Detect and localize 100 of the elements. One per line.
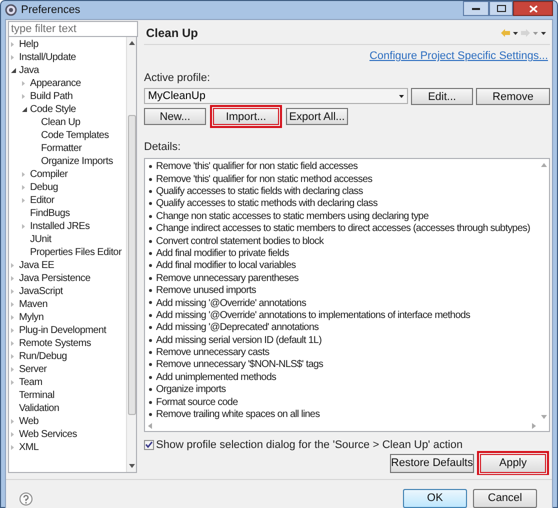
push-button[interactable]: Remove: [476, 88, 550, 105]
tree-item[interactable]: Validation: [19, 401, 60, 416]
forward-arrow-icon[interactable]: [521, 29, 530, 37]
tree-item[interactable]: Plug-in Development: [19, 323, 106, 338]
right-arrow-icon[interactable]: [532, 422, 536, 429]
collapsed-arrow-icon[interactable]: [11, 445, 14, 450]
push-button[interactable]: Apply: [480, 454, 546, 474]
tree-item[interactable]: FindBugs: [30, 206, 70, 221]
help-icon[interactable]: [19, 492, 33, 506]
tree-item[interactable]: Help: [19, 37, 38, 52]
menu-icon[interactable]: [541, 32, 546, 34]
tree-item[interactable]: Run/Debug: [19, 349, 67, 364]
detail-item: Add final modifier to local variables: [156, 259, 296, 274]
push-button[interactable]: Restore Defaults: [390, 454, 474, 474]
push-button[interactable]: OK: [403, 489, 467, 508]
detail-item: Convert control statement bodies to block: [156, 234, 324, 248]
collapsed-arrow-icon[interactable]: [22, 198, 25, 203]
tree-item[interactable]: Compiler: [30, 167, 68, 182]
scrollbar[interactable]: [126, 37, 136, 472]
tree-item[interactable]: Formatter: [41, 141, 82, 156]
tree-item[interactable]: Server: [19, 362, 47, 377]
push-button[interactable]: Import...: [213, 108, 279, 125]
back-arrow-icon[interactable]: [501, 29, 510, 37]
collapsed-arrow-icon[interactable]: [11, 55, 14, 60]
bullet-icon: [149, 252, 152, 255]
checkbox[interactable]: [144, 440, 154, 450]
tree-item[interactable]: Web Services: [19, 427, 77, 442]
up-arrow-icon[interactable]: [128, 41, 134, 45]
tree-item[interactable]: Debug: [30, 180, 58, 195]
bullet-icon: [149, 326, 152, 330]
tree-item[interactable]: Team: [19, 375, 42, 390]
tree-item[interactable]: Code Templates: [41, 128, 109, 143]
expanded-arrow-icon[interactable]: [11, 68, 16, 73]
tree-item[interactable]: Java EE: [19, 258, 54, 273]
detail-item: Change indirect accesses to static members to direct accesses (accesses through subtypes): [156, 222, 530, 236]
collapsed-arrow-icon[interactable]: [11, 432, 14, 437]
collapsed-arrow-icon[interactable]: [22, 224, 25, 229]
minimize-button[interactable]: [463, 1, 489, 16]
tree-item[interactable]: Java Persistence: [19, 271, 90, 286]
collapsed-arrow-icon[interactable]: [11, 328, 14, 333]
detail-item: Add missing serial version ID (default 1L): [156, 334, 322, 348]
tree-item[interactable]: JUnit: [30, 232, 52, 247]
tree-item[interactable]: Web: [19, 414, 38, 429]
scroll-thumb[interactable]: [128, 115, 136, 415]
tree-item[interactable]: Appearance: [30, 76, 81, 91]
detail-item: Add final modifier to private fields: [156, 246, 289, 260]
collapsed-arrow-icon[interactable]: [11, 380, 14, 385]
collapsed-arrow-icon[interactable]: [11, 289, 14, 294]
bullet-icon: [149, 400, 152, 404]
collapsed-arrow-icon[interactable]: [22, 81, 25, 86]
push-button[interactable]: New...: [144, 108, 206, 125]
tree-item[interactable]: Maven: [19, 297, 48, 312]
maximize-button[interactable]: [489, 1, 513, 16]
detail-item: Remove unnecessary '$NON-NLS$' tags: [156, 358, 324, 372]
detail-item: Remove unnecessary casts: [156, 346, 270, 360]
bullet-icon: [149, 190, 152, 193]
bullet-icon: [149, 301, 152, 304]
push-button[interactable]: Cancel: [473, 489, 537, 508]
detail-item: Remove 'this' qualifier for non static field accesses: [156, 160, 358, 174]
collapsed-arrow-icon[interactable]: [11, 276, 14, 281]
collapsed-arrow-icon[interactable]: [22, 94, 25, 99]
detail-item: Organize imports: [156, 383, 226, 398]
push-button[interactable]: Edit...: [411, 88, 473, 105]
bullet-icon: [149, 264, 152, 268]
collapsed-arrow-icon[interactable]: [11, 302, 14, 307]
collapsed-arrow-icon[interactable]: [22, 185, 25, 190]
tree-item[interactable]: Installed JREs: [30, 219, 90, 234]
tree-item[interactable]: Editor: [30, 193, 54, 208]
push-button[interactable]: Export All...: [286, 108, 348, 125]
tree-item[interactable]: Build Path: [30, 89, 73, 104]
profile-dropdown[interactable]: MyCleanUp: [144, 88, 408, 104]
tree-item[interactable]: Remote Systems: [19, 336, 91, 351]
tree-item[interactable]: Clean Up: [41, 115, 80, 130]
left-arrow-icon[interactable]: [148, 422, 152, 429]
dropdown-arrow-icon: [399, 94, 404, 98]
configure-link[interactable]: Configure Project Specific Settings...: [369, 48, 548, 64]
collapsed-arrow-icon[interactable]: [11, 419, 14, 424]
collapsed-arrow-icon[interactable]: [22, 172, 25, 177]
tree-item[interactable]: Code Style: [30, 102, 76, 117]
tree-item[interactable]: Properties Files Editor: [30, 245, 122, 260]
close-button[interactable]: [513, 1, 553, 16]
tree-item[interactable]: JavaScript: [19, 284, 63, 299]
collapsed-arrow-icon[interactable]: [11, 42, 14, 47]
down-arrow-icon[interactable]: [128, 464, 134, 468]
collapsed-arrow-icon[interactable]: [11, 341, 14, 346]
tree-item[interactable]: Terminal: [19, 388, 54, 403]
dropdown-icon[interactable]: [513, 32, 518, 34]
tree-item[interactable]: Install/Update: [19, 50, 76, 65]
bullet-icon: [149, 376, 152, 379]
detail-item: Add missing '@Override' annotations to implementations of interface methods: [156, 308, 470, 322]
tree-item[interactable]: XML: [19, 440, 39, 455]
collapsed-arrow-icon[interactable]: [11, 263, 14, 268]
expanded-arrow-icon[interactable]: [22, 107, 27, 112]
collapsed-arrow-icon[interactable]: [11, 367, 14, 372]
tree-item[interactable]: Organize Imports: [41, 154, 113, 169]
collapsed-arrow-icon[interactable]: [11, 354, 14, 359]
tree-item[interactable]: Java: [19, 63, 39, 78]
filter-field[interactable]: type filter text: [8, 21, 138, 37]
collapsed-arrow-icon[interactable]: [11, 315, 14, 320]
tree-item[interactable]: Mylyn: [19, 310, 44, 325]
